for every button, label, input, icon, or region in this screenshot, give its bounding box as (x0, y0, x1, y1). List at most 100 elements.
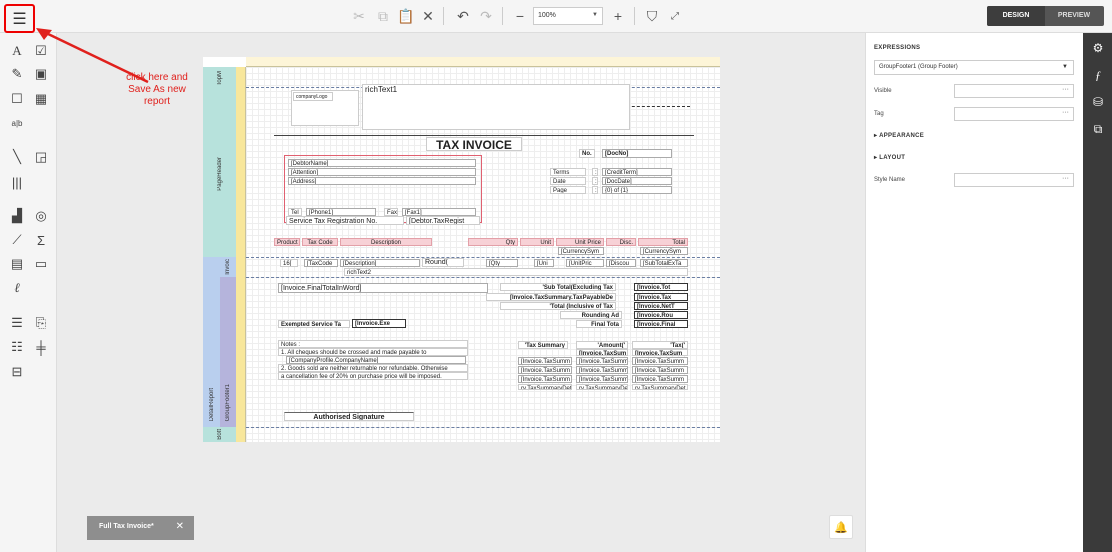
line-tool-icon[interactable]: ╲ (8, 148, 26, 166)
paste-icon[interactable]: 📋 (396, 6, 416, 26)
toc-tool-icon[interactable]: ▭ (32, 255, 50, 273)
rounding-field[interactable]: [Invoice.Rou (634, 311, 688, 319)
expressions-function-icon[interactable]: ƒ (1089, 66, 1107, 84)
attention-field[interactable]: [Attention] (288, 168, 476, 176)
rich-text2[interactable]: richText2 (344, 268, 688, 276)
band-bottom-margin[interactable]: Bott (203, 427, 236, 442)
list-tool-icon[interactable]: ☰ (8, 314, 26, 332)
appearance-section[interactable]: ▸ APPEARANCE (874, 132, 924, 139)
properties-gear-icon[interactable]: ⚙ (1089, 39, 1107, 57)
zoom-select[interactable]: 100% ▼ (533, 7, 603, 25)
page-info-tool-icon[interactable]: ▤ (8, 255, 26, 273)
band-group-footer[interactable]: GroupFooter1 (220, 277, 236, 427)
band-page-header[interactable]: PageHeader (203, 90, 236, 257)
tax-payable-field[interactable]: [Invoice.Tax (634, 293, 688, 301)
data-source-database-icon[interactable]: ⛁ (1089, 93, 1107, 111)
cross-tab-tool-icon[interactable]: ⊟ (8, 363, 26, 381)
band-group-header[interactable]: Invoic (220, 257, 236, 277)
report-canvas[interactable]: companyLogo richText1 TAX INVOICE No. [D… (246, 67, 720, 442)
total-in-word-field[interactable]: [Invoice.FinalTotalInWord] (278, 283, 488, 293)
visible-input[interactable]: ··· (954, 84, 1074, 98)
tax-row[interactable]: [Invoice.TaxSumm (632, 357, 688, 365)
final-total-field[interactable]: [Invoice.Final (634, 320, 688, 328)
amount-row[interactable]: ry.TaxSummaryDet (576, 384, 628, 390)
table-tool-icon[interactable]: ▦ (32, 90, 50, 108)
tax-row[interactable]: [Invoice.TaxSumm (632, 366, 688, 374)
panel-tool-icon[interactable]: ☐ (8, 90, 26, 108)
tax-sub-field[interactable]: [Invoice.TaxSum (632, 349, 688, 356)
copy-icon[interactable]: ⧉ (373, 6, 393, 26)
page-break-tool-icon[interactable]: ☷ (8, 338, 26, 356)
component-select[interactable]: GroupFooter1 (Group Footer) ▼ (874, 60, 1074, 75)
rich-text1[interactable]: richText1 (362, 84, 630, 130)
fax-field[interactable]: [Fax1] (402, 208, 476, 216)
tag-input[interactable]: ··· (954, 107, 1074, 121)
detail-unitprice-field[interactable]: [UnitPric (566, 259, 604, 267)
zoom-out-icon[interactable]: − (510, 6, 530, 26)
style-name-input[interactable]: ··· (954, 173, 1074, 187)
sparkline-tool-icon[interactable]: ⟋ (8, 231, 26, 249)
company-name-field[interactable]: [CompanyProfile.CompanyName] (286, 356, 466, 364)
zoom-in-icon[interactable]: + (608, 6, 628, 26)
redo-icon[interactable]: ↷ (476, 6, 496, 26)
tax-summary-row[interactable]: [Invoice.TaxSumm (518, 357, 572, 365)
shape-tool-icon[interactable]: ◲ (32, 148, 50, 166)
signature-tool-icon[interactable]: ℓ (8, 279, 26, 297)
char-comb-tool-icon[interactable]: a|b (8, 114, 26, 132)
band-detail-report[interactable]: DetailReport (203, 257, 220, 427)
currency-symbol-field[interactable]: [CurrencySym (558, 247, 604, 255)
detail-taxcode-field[interactable]: [TaxCode (304, 259, 338, 267)
address-field[interactable]: [Address] (288, 177, 476, 185)
page-number-field[interactable]: {0} of {1} (602, 186, 672, 194)
detail-round-field[interactable]: Round( (422, 258, 464, 267)
detail-description-field[interactable]: [Description] (340, 259, 420, 267)
barcode-tool-icon[interactable]: ||| (8, 173, 26, 191)
delete-icon[interactable]: ✕ (418, 6, 438, 26)
doc-date-field[interactable]: [DocDate] (602, 177, 672, 185)
subtotal-field[interactable]: [Invoice.Tot (634, 283, 688, 291)
report-surface[interactable]: TopM PageHeader Invoic DetailReport Grou… (203, 57, 720, 442)
design-button[interactable]: DESIGN (987, 6, 1045, 26)
subreport-tool-icon[interactable]: ⎘ (32, 314, 50, 332)
band-top-margin[interactable]: TopM (203, 67, 236, 90)
amount-sub-field[interactable]: [Invoice.TaxSum (576, 349, 628, 356)
detail-unit-field[interactable]: [Uni (534, 259, 554, 267)
debtor-name-field[interactable]: [DebtorName] (288, 159, 476, 167)
undo-icon[interactable]: ↶ (453, 6, 473, 26)
credit-term-field[interactable]: [CreditTerm] (602, 168, 672, 176)
detail-qty-field[interactable]: [Qty (486, 259, 518, 267)
total-inclusive-field[interactable]: [Invoice.NetT (634, 302, 688, 310)
rich-text-tool-icon[interactable]: ✎ (8, 65, 26, 83)
currency-symbol-field[interactable]: [CurrencySym (640, 247, 688, 255)
chart-tool-icon[interactable]: ▟ (8, 207, 26, 225)
sst-field[interactable]: [Debtor.TaxRegist (406, 216, 480, 225)
cut-icon[interactable]: ✂ (349, 6, 369, 26)
report-tab[interactable]: Full Tax Invoice* ✕ (87, 516, 194, 540)
tax-summary-row[interactable]: ry.TaxSummaryDet (518, 384, 572, 390)
tax-summary-row[interactable]: [Invoice.TaxSumm (518, 366, 572, 374)
amount-row[interactable]: [Invoice.TaxSumm (576, 366, 628, 374)
close-icon[interactable]: ✕ (176, 521, 184, 532)
gauge-tool-icon[interactable]: ◎ (32, 207, 50, 225)
tax-summary-row[interactable]: [Invoice.TaxSumm (518, 375, 572, 383)
layout-section[interactable]: ▸ LAYOUT (874, 154, 905, 161)
tax-row[interactable]: ry.TaxSummaryDet (632, 384, 688, 390)
report-explorer-icon[interactable]: ⧉ (1089, 120, 1107, 138)
amount-row[interactable]: [Invoice.TaxSumm (576, 375, 628, 383)
fullscreen-icon[interactable]: ⤢ (665, 6, 685, 26)
phone-field[interactable]: [Phone1] (306, 208, 376, 216)
preview-button[interactable]: PREVIEW (1045, 6, 1103, 26)
detail-subtotal-field[interactable]: [SubTotalExTa (640, 259, 688, 267)
tax-row[interactable]: [Invoice.TaxSumm (632, 375, 688, 383)
label-tool-icon[interactable]: A (8, 42, 26, 60)
amount-row[interactable]: [Invoice.TaxSumm (576, 357, 628, 365)
detail-discount-field[interactable]: [Discou (606, 259, 636, 267)
sum-tool-icon[interactable]: Σ (32, 231, 50, 249)
detail-seq-field[interactable]: 16[ (280, 259, 298, 267)
cross-band-tool-icon[interactable]: ╪ (32, 338, 50, 356)
validate-icon[interactable]: ⛉ (642, 6, 662, 26)
notification-bell-icon[interactable]: 🔔 (829, 515, 853, 539)
tel-label: Tel (288, 208, 302, 216)
exempted-field[interactable]: [Invoice.Exe (352, 319, 406, 328)
doc-no-field[interactable]: [DocNo] (602, 149, 672, 158)
